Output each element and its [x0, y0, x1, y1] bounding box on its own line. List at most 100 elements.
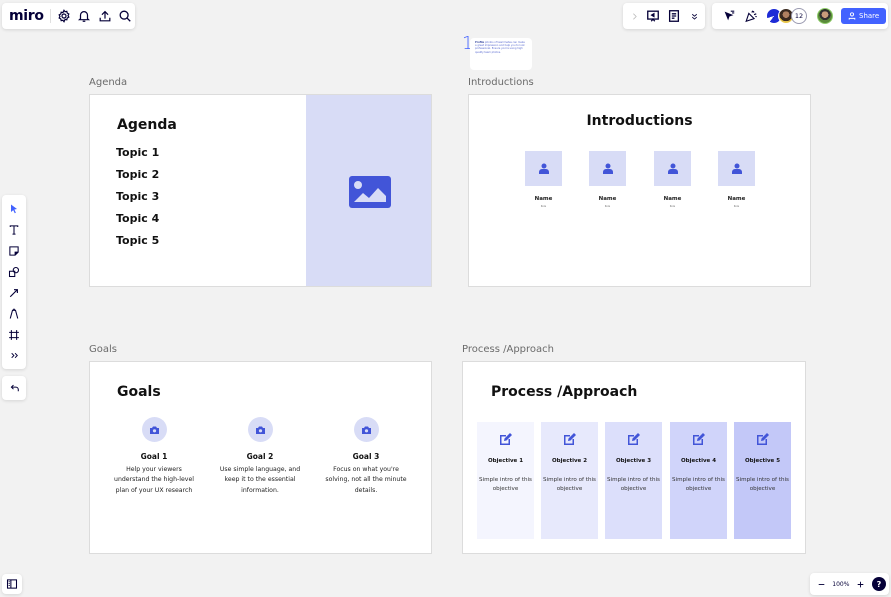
- frame-icon[interactable]: [3, 324, 25, 345]
- sticky-note-icon[interactable]: [3, 240, 25, 261]
- goal-item: Goal 1 Help your viewers understand the …: [109, 417, 199, 496]
- select-icon[interactable]: [3, 198, 25, 219]
- user-icon: [848, 12, 856, 20]
- collaborator-avatars[interactable]: 12: [766, 8, 807, 24]
- person-name: Name: [534, 196, 553, 202]
- creation-toolbar: [2, 195, 26, 369]
- sticky-text: Profile photos of teammates can make a g…: [470, 38, 532, 70]
- chevron-right-icon[interactable]: [627, 5, 642, 27]
- person-name: Name: [663, 196, 682, 202]
- agenda-topic: Topic 4: [116, 212, 160, 225]
- camera-icon: [361, 426, 371, 434]
- frame-agenda[interactable]: Agenda Topic 1 Topic 2 Topic 3 Topic 4 T…: [89, 94, 432, 287]
- frame-label-goals[interactable]: Goals: [89, 344, 117, 355]
- objective-description: Simple intro of this objective: [672, 477, 725, 493]
- panels-toggle: [2, 574, 22, 594]
- objective-card: Objective 5 Simple intro of this objecti…: [734, 422, 791, 539]
- goal-title: Goal 3: [352, 452, 380, 461]
- zoom-in-icon[interactable]: [853, 573, 869, 595]
- frame-goals[interactable]: Goals Goal 1 Help your viewers understan…: [89, 361, 432, 554]
- goals-title: Goals: [117, 384, 161, 400]
- frame-label-introductions[interactable]: Introductions: [468, 77, 534, 88]
- objective-description: Simple intro of this objective: [479, 477, 532, 493]
- help-button[interactable]: ?: [872, 577, 886, 591]
- share-button[interactable]: Share: [841, 8, 887, 24]
- edit-icon: [627, 433, 640, 445]
- undo-icon[interactable]: [3, 377, 25, 399]
- agenda-title: Agenda: [117, 117, 177, 133]
- celebrate-icon[interactable]: [740, 5, 762, 27]
- frame-label-process[interactable]: Process /Approach: [462, 344, 554, 355]
- person-icon: [602, 163, 613, 174]
- presentation-icon[interactable]: [642, 5, 663, 27]
- frame-label-agenda[interactable]: Agenda: [89, 77, 127, 88]
- frame-process-approach[interactable]: Process /Approach Objective 1 Simple int…: [462, 361, 806, 554]
- gear-icon[interactable]: [54, 5, 74, 27]
- introductions-title: Introductions: [586, 113, 693, 129]
- agenda-topic: Topic 1: [116, 146, 160, 159]
- collaborator-count-badge[interactable]: 12: [791, 8, 807, 24]
- upload-icon[interactable]: [94, 5, 114, 27]
- objective-title: Objective 1: [487, 458, 524, 464]
- search-icon[interactable]: [115, 5, 135, 27]
- objective-description: Simple intro of this objective: [543, 477, 596, 493]
- arrow-icon[interactable]: [3, 282, 25, 303]
- goal-description: Focus on what you're solving, not all th…: [325, 466, 407, 494]
- agenda-topic-list: Topic 1 Topic 2 Topic 3 Topic 4 Topic 5: [116, 145, 159, 255]
- objective-card: Objective 4 Simple intro of this objecti…: [670, 422, 727, 539]
- bell-icon[interactable]: [74, 5, 94, 27]
- person-name: Name: [727, 196, 746, 202]
- objective-title: Objective 4: [680, 458, 717, 464]
- more-tools-icon[interactable]: [3, 345, 25, 366]
- goal-title: Goal 2: [246, 452, 274, 461]
- edit-icon: [756, 433, 769, 445]
- pen-icon[interactable]: [3, 303, 25, 324]
- goal-description: Help your viewers understand the high-le…: [114, 466, 194, 494]
- user-avatar[interactable]: [817, 8, 833, 24]
- image-placeholder: [306, 95, 431, 286]
- person-name: Name: [598, 196, 617, 202]
- edit-icon: [499, 433, 512, 445]
- notes-icon[interactable]: [663, 5, 684, 27]
- person-role: Role: [669, 205, 676, 208]
- text-icon[interactable]: [3, 219, 25, 240]
- objective-title: Objective 5: [744, 458, 781, 464]
- person-icon: [667, 163, 678, 174]
- objective-title: Objective 2: [551, 458, 588, 464]
- edit-icon: [563, 433, 576, 445]
- collaboration-panel: 12 Share: [712, 3, 888, 29]
- camera-icon: [149, 426, 159, 434]
- zoom-level[interactable]: 100%: [832, 581, 849, 588]
- objective-description: Simple intro of this objective: [607, 477, 660, 493]
- zoom-out-icon[interactable]: [813, 573, 829, 595]
- frame-introductions[interactable]: Introductions Name Role Name Role Name R…: [468, 94, 811, 287]
- person-icon: [731, 163, 742, 174]
- objective-title: Objective 3: [615, 458, 652, 464]
- shapes-icon[interactable]: [3, 261, 25, 282]
- goal-description: Use simple language, and keep it to the …: [219, 466, 301, 494]
- goal-item: Goal 3 Focus on what you're solving, not…: [321, 417, 411, 496]
- person-icon: [538, 163, 549, 174]
- double-chevron-down-icon[interactable]: [684, 5, 705, 27]
- sidebar-panel-icon[interactable]: [2, 573, 22, 595]
- share-label: Share: [859, 12, 880, 20]
- objective-card: Objective 3 Simple intro of this objecti…: [605, 422, 662, 539]
- zoom-controls: 100% ?: [810, 573, 889, 595]
- edit-icon: [692, 433, 705, 445]
- process-title: Process /Approach: [491, 384, 638, 400]
- miro-logo[interactable]: miro: [9, 9, 51, 23]
- sticky-note[interactable]: 1 Profile photos of teammates can make a…: [462, 35, 532, 70]
- person-card: Name Role: [589, 151, 626, 208]
- objective-card: Objective 1 Simple intro of this objecti…: [477, 422, 534, 539]
- person-card: Name Role: [654, 151, 691, 208]
- person-card: Name Role: [525, 151, 562, 208]
- goal-item: Goal 2 Use simple language, and keep it …: [215, 417, 305, 496]
- goal-title: Goal 1: [140, 452, 168, 461]
- objective-card: Objective 2 Simple intro of this objecti…: [541, 422, 598, 539]
- person-role: Role: [604, 205, 611, 208]
- undo-panel: [2, 376, 26, 400]
- person-role: Role: [733, 205, 740, 208]
- agenda-topic: Topic 3: [116, 190, 160, 203]
- cursor-icon[interactable]: [718, 5, 740, 27]
- objective-description: Simple intro of this objective: [736, 477, 789, 493]
